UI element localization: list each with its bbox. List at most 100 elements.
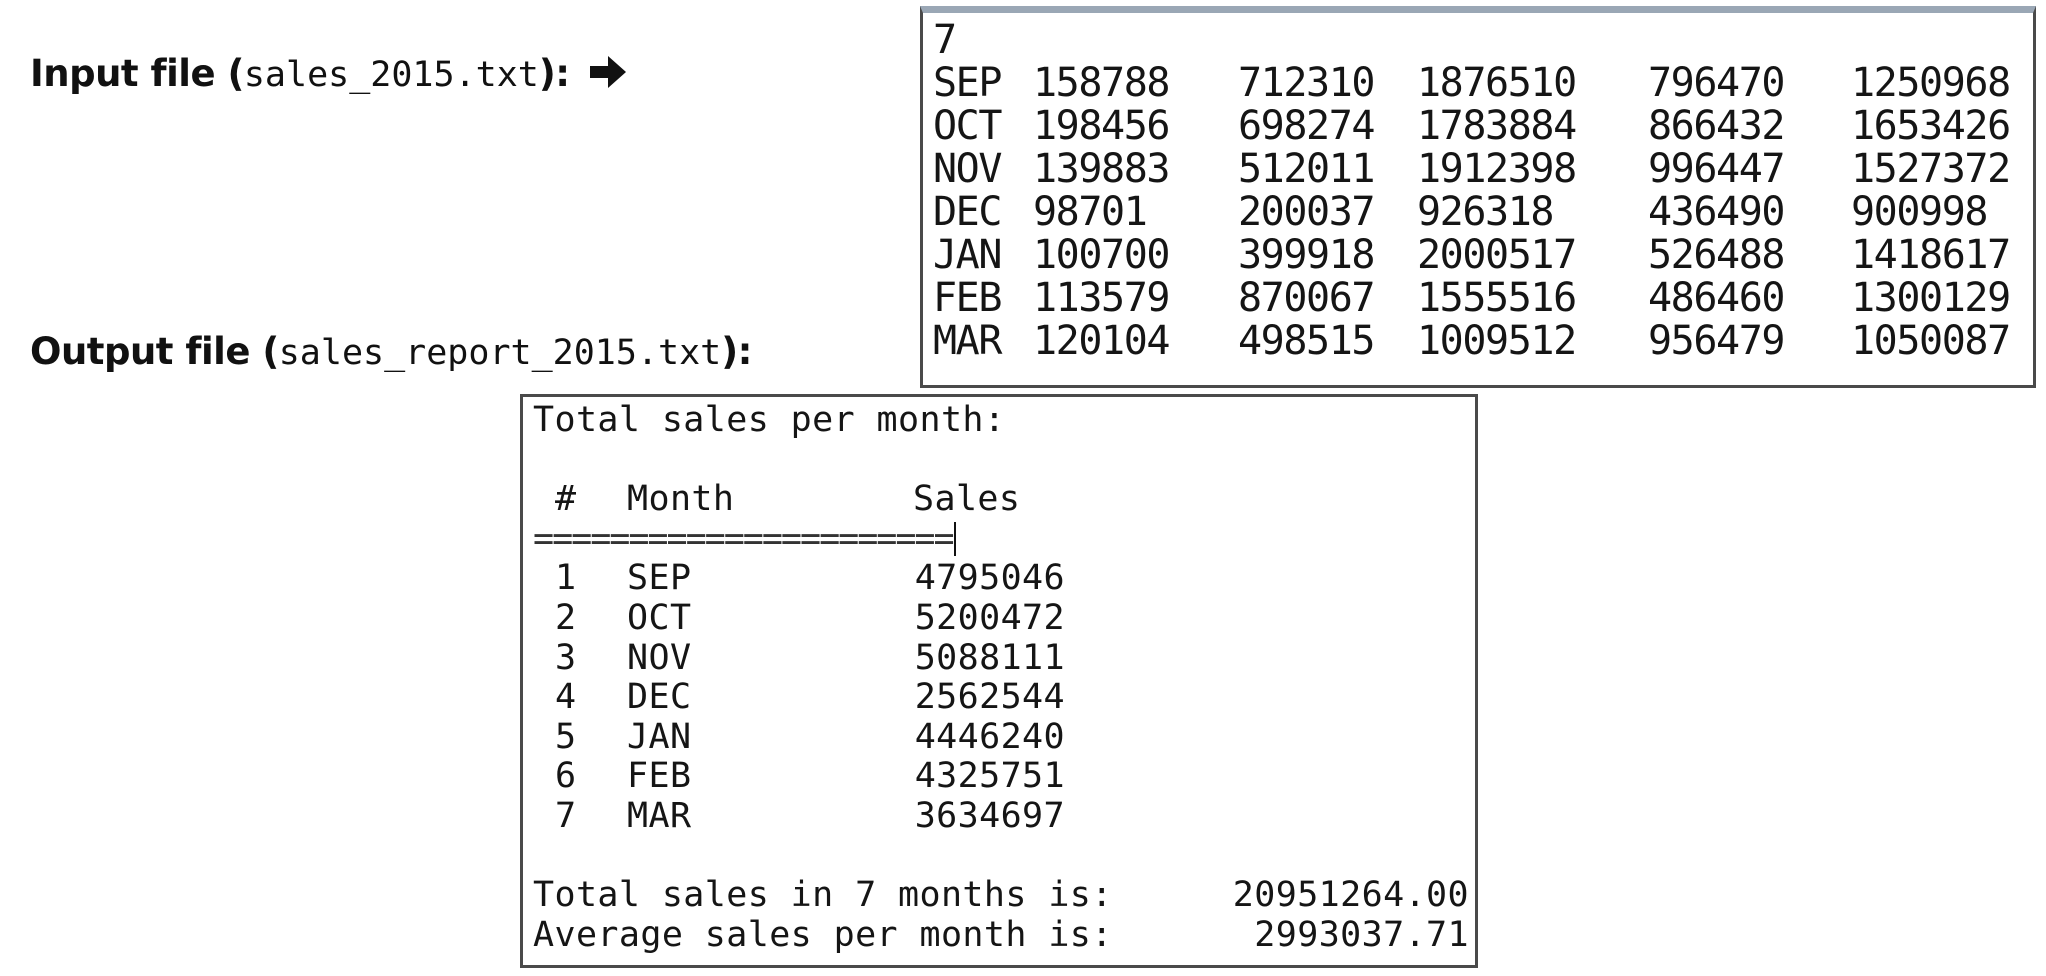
output-header-row: # Month Sales xyxy=(533,480,1475,520)
separator-line: ====================== xyxy=(533,518,1475,560)
output-row: 6 FEB 4325751 xyxy=(533,757,1475,797)
header-num: # xyxy=(555,479,577,520)
input-value: 2000517 xyxy=(1417,232,1577,278)
input-file-panel: 7 SEP 158788 712310 1876510 796470 1250968 OCT… xyxy=(920,6,2036,388)
input-month: FEB xyxy=(933,275,1002,321)
row-sales: 3634697 xyxy=(914,795,1065,836)
input-value: 120104 xyxy=(1033,318,1170,364)
input-value: 1050087 xyxy=(1851,318,2011,364)
input-row: MAR 120104 498515 1009512 956479 1050087 xyxy=(933,320,2033,363)
input-count-line: 7 xyxy=(933,17,957,63)
input-value: 139883 xyxy=(1033,146,1170,192)
input-value: 1250968 xyxy=(1851,60,2011,106)
right-arrow-icon xyxy=(589,56,626,88)
row-sales: 5200472 xyxy=(914,597,1065,638)
header-month: Month xyxy=(627,479,735,520)
row-sales: 2562544 xyxy=(914,677,1065,718)
input-value: 113579 xyxy=(1033,275,1170,321)
input-filename: sales_2015.txt xyxy=(243,55,539,95)
row-month: FEB xyxy=(627,756,692,797)
output-filename: sales_report_2015.txt xyxy=(278,333,722,373)
input-row: DEC 98701 200037 926318 436490 900998 xyxy=(933,191,2033,234)
input-value: 996447 xyxy=(1648,146,1785,192)
input-value: 1876510 xyxy=(1417,60,1577,106)
input-value: 1653426 xyxy=(1851,103,2011,149)
output-row: 1 SEP 4795046 xyxy=(533,559,1475,599)
input-value: 956479 xyxy=(1648,318,1785,364)
input-row: SEP 158788 712310 1876510 796470 1250968 xyxy=(933,62,2033,105)
input-value: 1912398 xyxy=(1417,146,1577,192)
row-month: NOV xyxy=(627,637,692,678)
output-rows: 1 SEP 4795046 2 OCT 5200472 3 NOV 5088111 4 DEC 256… xyxy=(533,559,1475,836)
input-value: 526488 xyxy=(1648,232,1785,278)
output-label-suffix: ): xyxy=(721,330,752,373)
row-sales: 4325751 xyxy=(914,756,1065,797)
input-value: 1783884 xyxy=(1417,103,1577,149)
input-value: 900998 xyxy=(1851,189,1988,235)
row-month: MAR xyxy=(627,795,692,836)
input-rows: SEP 158788 712310 1876510 796470 1250968 OCT 19… xyxy=(933,62,2033,363)
row-number: 1 xyxy=(555,558,577,599)
input-file-label: Input file (sales_2015.txt): xyxy=(30,52,628,95)
row-sales: 5088111 xyxy=(914,637,1065,678)
input-value: 198456 xyxy=(1033,103,1170,149)
input-month: MAR xyxy=(933,318,1002,364)
row-number: 4 xyxy=(555,677,577,718)
input-value: 698274 xyxy=(1238,103,1375,149)
output-row: 3 NOV 5088111 xyxy=(533,637,1475,679)
output-file-label: Output file (sales_report_2015.txt): xyxy=(30,330,752,373)
input-value: 870067 xyxy=(1238,275,1375,321)
row-number: 6 xyxy=(555,756,577,797)
input-month: OCT xyxy=(933,103,1002,149)
input-month: NOV xyxy=(933,146,1002,192)
input-month: SEP xyxy=(933,60,1002,106)
output-file-panel: Total sales per month: # Month Sales ===… xyxy=(520,394,1478,968)
input-row: JAN 100700 399918 2000517 526488 1418617 xyxy=(933,234,2033,277)
row-month: DEC xyxy=(627,677,692,718)
input-value: 100700 xyxy=(1033,232,1170,278)
input-value: 399918 xyxy=(1238,232,1375,278)
row-month: JAN xyxy=(627,716,692,757)
input-value: 98701 xyxy=(1033,189,1148,235)
row-number: 7 xyxy=(555,795,577,836)
output-row: 4 DEC 2562544 xyxy=(533,678,1475,718)
input-value: 436490 xyxy=(1648,189,1785,235)
row-month: SEP xyxy=(627,558,692,599)
input-value: 1300129 xyxy=(1851,275,2011,321)
input-row: NOV 139883 512011 1912398 996447 1527372 xyxy=(933,148,2033,191)
row-month: OCT xyxy=(627,597,692,638)
separator-text: ====================== xyxy=(533,518,955,559)
total-value: 20951264.00 xyxy=(1232,875,1469,916)
output-label-prefix: Output file ( xyxy=(30,330,279,373)
input-row: FEB 113579 870067 1555516 486460 1300129 xyxy=(933,277,2033,320)
input-value: 1527372 xyxy=(1851,146,2011,192)
output-row: 5 JAN 4446240 xyxy=(533,716,1475,758)
output-row: 7 MAR 3634697 xyxy=(533,795,1475,837)
row-number: 3 xyxy=(555,637,577,678)
input-value: 712310 xyxy=(1238,60,1375,106)
input-value: 512011 xyxy=(1238,146,1375,192)
input-row: OCT 198456 698274 1783884 866432 1653426 xyxy=(933,105,2033,148)
input-value: 498515 xyxy=(1238,318,1375,364)
row-sales: 4795046 xyxy=(914,558,1065,599)
header-sales: Sales xyxy=(913,479,1021,520)
input-value: 1555516 xyxy=(1417,275,1577,321)
total-row: Total sales in 7 months is: 20951264.00 xyxy=(533,876,1475,916)
input-value: 796470 xyxy=(1648,60,1785,106)
input-value: 866432 xyxy=(1648,103,1785,149)
input-value: 926318 xyxy=(1417,189,1554,235)
input-value: 1009512 xyxy=(1417,318,1577,364)
input-month: JAN xyxy=(933,232,1002,278)
output-title: Total sales per month: xyxy=(533,400,1006,440)
input-value: 200037 xyxy=(1238,189,1375,235)
row-number: 2 xyxy=(555,597,577,638)
row-number: 5 xyxy=(555,716,577,757)
input-label-prefix: Input file ( xyxy=(30,52,244,95)
input-value: 158788 xyxy=(1033,60,1170,106)
input-month: DEC xyxy=(933,189,1002,235)
input-label-suffix: ): xyxy=(538,52,570,95)
output-row: 2 OCT 5200472 xyxy=(533,597,1475,639)
average-value: 2993037.71 xyxy=(1254,914,1469,955)
input-value: 1418617 xyxy=(1851,232,2011,278)
